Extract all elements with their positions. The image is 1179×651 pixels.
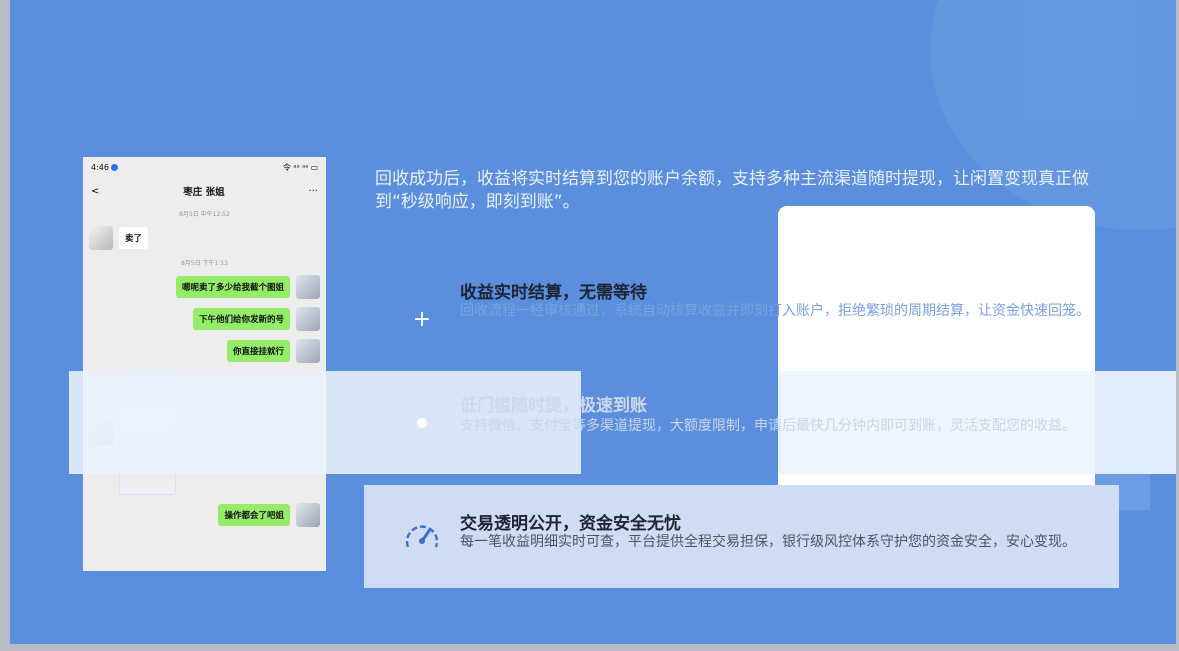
message-bubble: 下午他们给你发新的号: [192, 308, 290, 330]
feature-title: 低门槛随时提，极速到账: [460, 396, 647, 416]
page-stage: 4:46 令 ᵃᵃ ᵃᵃ ▭ < 枣庄 张姐 ··· 8月5日 中午12:52 …: [10, 0, 1176, 644]
avatar: [296, 503, 320, 527]
feature-description: 回收流程一经审核通过，系统自动核算收益并即刻打入账户，拒绝繁琐的周期结算，让资金…: [460, 303, 1090, 319]
avatar: [296, 339, 320, 363]
chat-message: 操作都会了吧姐: [89, 503, 320, 527]
feature-description: 支持微信、支付宝等多渠道提现，大额度限制，申请后最快几分钟内即可到账，灵活支配您…: [460, 418, 1076, 434]
avatar: [296, 307, 320, 331]
feature-title: 收益实时结算，无需等待: [460, 283, 647, 303]
feature-description: 每一笔收益明细实时可查，平台提供全程交易担保，银行级风控体系守护您的资金安全，安…: [460, 534, 1076, 550]
feature-item[interactable]: + 收益实时结算，无需等待 回收流程一经审核通过，系统自动核算收益并即刻打入账户…: [364, 268, 1119, 371]
chat-message: 你直接挂就行: [89, 339, 320, 363]
feature-title: 交易透明公开，资金安全无忧: [460, 514, 681, 534]
phone-status-bar: 4:46 令 ᵃᵃ ᵃᵃ ▭: [83, 157, 326, 177]
message-bubble: 操作都会了吧姐: [218, 504, 290, 526]
chat-timestamp: 8月5日 下午1:13: [180, 260, 229, 267]
phone-chat-screenshot: 4:46 令 ᵃᵃ ᵃᵃ ▭ < 枣庄 张姐 ··· 8月5日 中午12:52 …: [83, 157, 326, 571]
message-bubble: 你直接挂就行: [226, 340, 290, 362]
chat-header: < 枣庄 张姐 ···: [83, 177, 326, 205]
avatar: [89, 226, 113, 250]
chat-timestamp: 8月5日 中午12:52: [179, 211, 230, 218]
battery-icon: ▭: [310, 162, 318, 172]
more-icon[interactable]: ···: [308, 186, 318, 197]
back-icon[interactable]: <: [91, 186, 99, 197]
chat-message: 卖了: [89, 226, 320, 250]
feature-item[interactable]: 交易透明公开，资金安全无忧 每一笔收益明细实时可查，平台提供全程交易担保，银行级…: [364, 485, 1119, 588]
chat-message: 下午他们给你发新的号: [89, 307, 320, 331]
chat-message: 嗯呢卖了多少给我截个图姐: [89, 275, 320, 299]
message-bubble: 嗯呢卖了多少给我截个图姐: [175, 276, 290, 298]
status-time: 4:46: [91, 162, 109, 172]
signal-icon: 令 ᵃᵃ ᵃᵃ: [282, 162, 309, 172]
plus-icon: +: [412, 306, 432, 332]
message-bubble: 卖了: [119, 227, 149, 249]
feature-item[interactable]: 低门槛随时提，极速到账 支持微信、支付宝等多渠道提现，大额度限制，申请后最快几分…: [364, 371, 1119, 474]
notification-icon: [110, 163, 118, 171]
speedometer-icon: [400, 485, 444, 588]
chat-title: 枣庄 张姐: [183, 187, 225, 198]
avatar: [296, 275, 320, 299]
dot-icon: [400, 371, 444, 474]
